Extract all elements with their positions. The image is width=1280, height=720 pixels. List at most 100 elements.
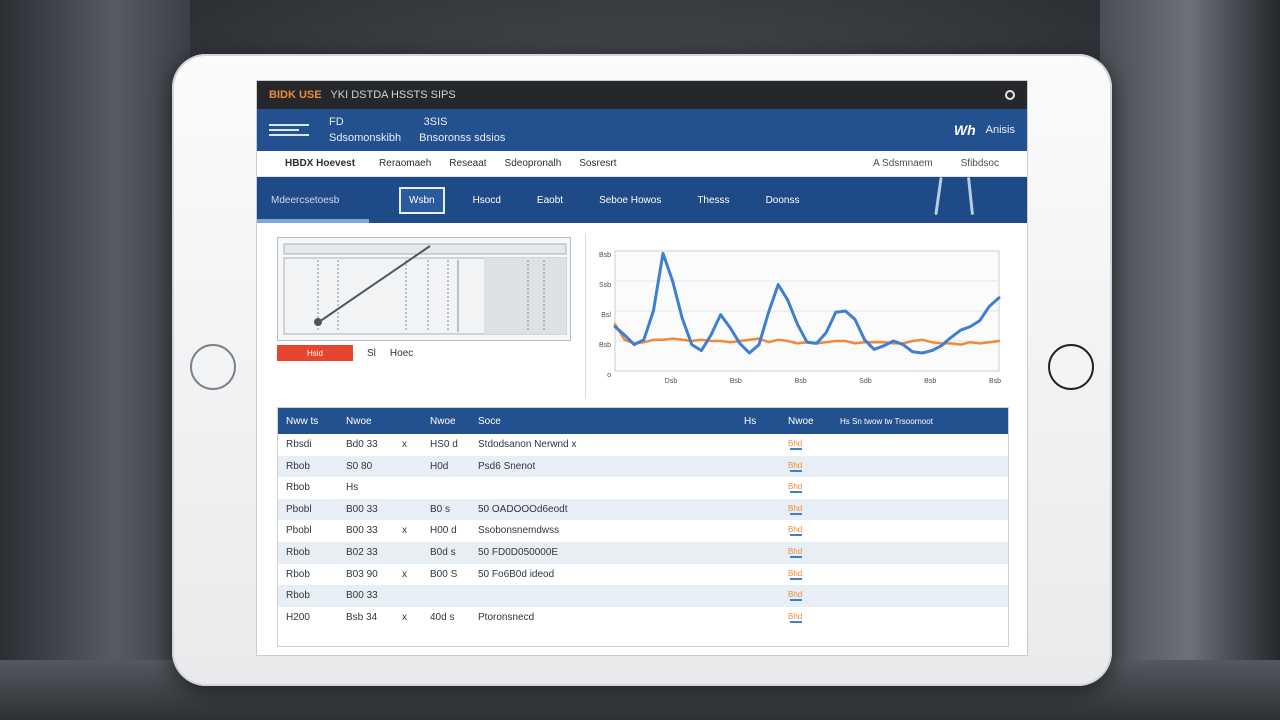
row-mark: x — [402, 525, 407, 537]
schematic-controls: Hsid Sl Hoec — [277, 345, 413, 361]
row-mark: x — [402, 568, 407, 580]
table-row[interactable]: Pbobl B00 33 x H00 d Ssobonsnemdwss Bhd — [278, 520, 1008, 542]
table-body: Rbsdi Bd0 33 x HS0 d Stdodsanon Nerwnd x Bhd R… — [278, 434, 1008, 628]
col-header-4[interactable]: Soce — [478, 416, 501, 427]
tab-4[interactable]: Seboe Howos — [591, 189, 669, 212]
power-icon[interactable] — [1005, 90, 1015, 100]
tablet-screen: BIDK USE YKI DSTDA HSSTS SIPS FD 3SIS Sd… — [256, 80, 1028, 656]
table-header: Nww ts Nwoe Nwoe Soce Hs Nwoe Hs Sn twow… — [278, 408, 1008, 434]
table-row[interactable]: Rbsdi Bd0 33 x HS0 d Stdodsanon Nerwnd x Bhd — [278, 434, 1008, 456]
row-status-tag: Bhd — [788, 590, 803, 600]
row-description: Stdodsanon Nerwnd x — [478, 439, 577, 450]
subnav-brand[interactable]: HBDX Hoevest — [285, 158, 355, 169]
row-mark: x — [402, 439, 407, 450]
row-value: S0 80 — [346, 460, 373, 472]
row-status-line-icon — [790, 512, 802, 515]
row-value: Bd0 33 — [346, 439, 378, 450]
row-name: Rbob — [286, 590, 310, 602]
table-row[interactable]: Rbob B02 33 B0d s 50 FD0D050000E Bhd — [278, 541, 1008, 564]
subnav-item-1[interactable]: Reraomaeh — [379, 158, 431, 169]
col-header-3[interactable]: Nwoe — [430, 416, 456, 427]
x-tick-label: Sdb — [859, 378, 872, 385]
brand-logo-icon: Wh — [953, 122, 976, 138]
row-status-line-icon — [790, 534, 802, 537]
row-value: Hs — [346, 482, 359, 494]
tablet-home-button[interactable] — [1048, 344, 1094, 390]
row-status-tag: Bhd — [788, 611, 803, 621]
row-value: Bsb 34 — [346, 611, 378, 623]
tab-2[interactable]: Hsocd — [465, 189, 509, 212]
subnav-right-2[interactable]: Sfibdsoc — [961, 158, 999, 169]
col-header-6[interactable]: Nwoe — [788, 416, 814, 427]
table-row[interactable]: Rbob Hs Bhd — [278, 477, 1008, 499]
subnav-item-3[interactable]: Sdeopronalh — [505, 158, 562, 169]
row-description: 50 Fo6B0d ideod — [478, 568, 555, 580]
col-header-5[interactable]: Hs — [744, 416, 756, 427]
analysis-link[interactable]: Anisis — [986, 124, 1015, 136]
row-name: Pbobl — [286, 525, 312, 537]
row-status-line-icon — [790, 577, 802, 580]
row-name: Rbob — [286, 546, 310, 558]
table-row[interactable]: Pbobl B00 33 B0 s 50 OADOOOd6eodt Bhd — [278, 498, 1008, 521]
row-status-line-icon — [790, 599, 802, 602]
tab-5[interactable]: Thesss — [689, 189, 737, 212]
tabbar-section-label: Mdeercsetoesb — [271, 194, 340, 206]
alert-button[interactable]: Hsid — [277, 345, 353, 361]
row-code: B0 s — [430, 503, 451, 515]
x-tick-label: Bsb — [924, 378, 936, 385]
y-tick-label: Bsl — [601, 312, 611, 319]
row-name: Rbsdi — [286, 439, 312, 450]
col-header-7[interactable]: Hs Sn twow tw Trsoornoot — [840, 417, 933, 426]
row-code: 40d s — [430, 611, 455, 623]
tablet-side-button-left[interactable] — [190, 344, 236, 390]
row-status-tag: Bhd — [788, 439, 803, 448]
tab-active[interactable]: Wsbn — [399, 186, 445, 214]
row-status-tag: Bhd — [788, 482, 803, 492]
main-content: Hsid Sl Hoec Bsb Ssb Bsl Bsb o Dsb Bsb Bsb Sdb Bs… — [257, 223, 1027, 655]
y-tick-label: Bsb — [599, 342, 611, 349]
row-mark: x — [402, 611, 407, 623]
menu-icon[interactable] — [269, 124, 309, 136]
row-code: H0d — [430, 460, 449, 472]
y-tick-label: o — [607, 372, 611, 379]
subnav-item-4[interactable]: Sosresrt — [579, 158, 616, 169]
row-status-line-icon — [790, 620, 802, 623]
status-bar: BIDK USE YKI DSTDA HSSTS SIPS — [257, 81, 1027, 109]
schematic-drawing — [283, 243, 567, 335]
tab-6[interactable]: Doonss — [758, 189, 808, 212]
control-right-label[interactable]: Hoec — [390, 348, 413, 359]
row-status-line-icon — [790, 448, 802, 450]
app-title-block: FD 3SIS Sdsomonskibh Bnsoronss sdsios — [329, 116, 505, 144]
row-status-tag: Bhd — [788, 568, 803, 578]
table-row[interactable]: Rbob B00 33 Bhd — [278, 585, 1008, 607]
col-header-2[interactable]: Nwoe — [346, 416, 372, 427]
line-chart: Bsb Ssb Bsl Bsb o Dsb Bsb Bsb Sdb Bsb Bsb — [589, 233, 1009, 403]
x-tick-label: Dsb — [665, 378, 678, 385]
col-header-1[interactable]: Nww ts — [286, 416, 318, 427]
app-line-4: 3SIS — [423, 116, 448, 128]
row-description: Ptoronsnecd — [478, 611, 535, 623]
row-description: 50 FD0D050000E — [478, 546, 559, 558]
row-value: B02 33 — [346, 546, 378, 558]
row-code: H00 d — [430, 525, 457, 537]
row-code: HS0 d — [430, 439, 458, 450]
table-row[interactable]: Rbob B03 90 x B00 S 50 Fo6B0d ideod Bhd — [278, 564, 1008, 586]
tab-bar: Mdeercsetoesb Wsbn Hsocd Eaobt Seboe How… — [257, 176, 1027, 223]
app-line-2: Sdsomonskibh — [329, 132, 402, 144]
table-row[interactable]: H200 Bsb 34 x 40d s Ptoronsnecd Bhd — [278, 607, 1008, 629]
row-status-line-icon — [790, 491, 802, 494]
control-mid-label: Sl — [367, 347, 376, 359]
row-status-tag: Bhd — [788, 460, 803, 470]
panel-divider — [585, 233, 586, 399]
status-text: YKI DSTDA HSSTS SIPS — [330, 89, 456, 101]
table-row[interactable]: Rbob S0 80 H0d Psd6 Snenot Bhd — [278, 455, 1008, 478]
row-name: Rbob — [286, 482, 310, 494]
subnav-item-2[interactable]: Reseaat — [449, 158, 486, 169]
subnav-right-1[interactable]: A Sdsmnaem — [873, 158, 932, 169]
schematic-panel — [277, 237, 571, 341]
x-tick-label: Bsb — [730, 378, 742, 385]
tab-3[interactable]: Eaobt — [529, 189, 571, 212]
row-status-line-icon — [790, 469, 802, 472]
app-line-3: Bnsoronss sdsios — [419, 132, 506, 144]
row-status-tag: Bhd — [788, 503, 803, 513]
